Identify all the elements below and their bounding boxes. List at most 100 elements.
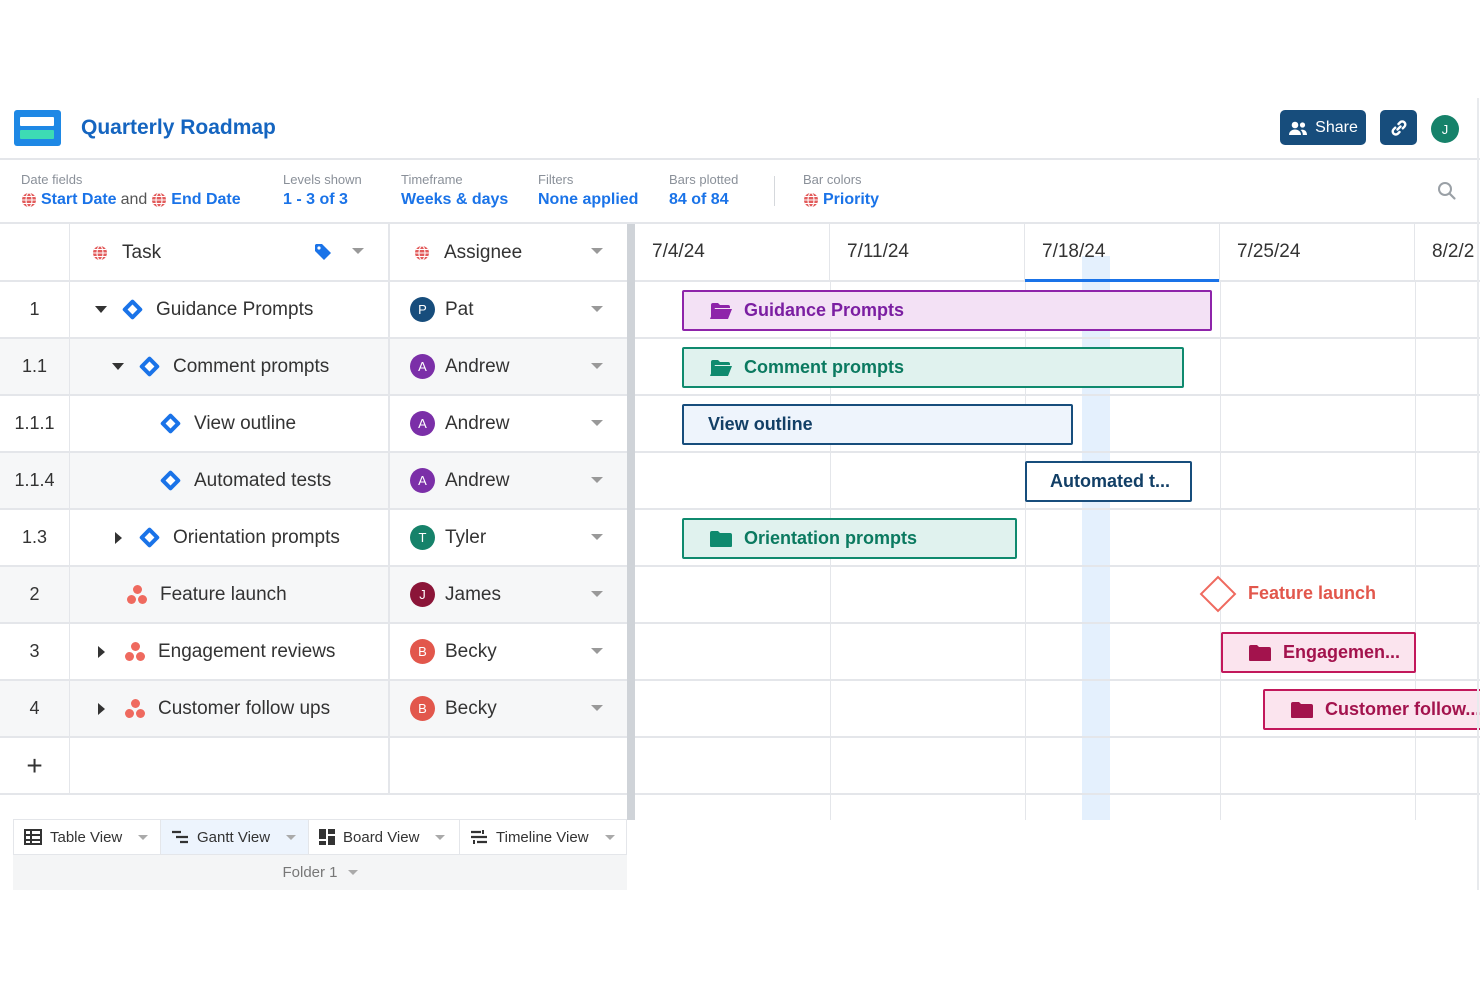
gantt-bar[interactable]: Automated t...	[1025, 461, 1192, 502]
tag-icon[interactable]	[313, 242, 333, 262]
filters-setting[interactable]: Filters None applied	[538, 172, 638, 209]
chevron-down-icon[interactable]	[604, 834, 615, 840]
table-row[interactable]: 1.3 Orientation prompts T Tyler	[0, 510, 627, 567]
date-column-header: 7/11/24	[830, 224, 1025, 280]
chevron-down-icon[interactable]	[352, 248, 364, 254]
assignee-name[interactable]: Andrew	[445, 356, 509, 378]
gantt-bar-label: Customer follow...	[1325, 699, 1480, 719]
grid-line	[635, 622, 1480, 624]
assignee-name[interactable]: Tyler	[445, 527, 486, 549]
date-column-header: 7/4/24	[635, 224, 830, 280]
task-name[interactable]: Feature launch	[160, 584, 287, 606]
task-name[interactable]: Customer follow ups	[158, 698, 330, 720]
gantt-bar[interactable]: Guidance Prompts	[682, 290, 1212, 331]
avatar: A	[410, 411, 435, 436]
chevron-down-icon[interactable]	[138, 834, 149, 840]
assignee-column-label: Assignee	[444, 242, 523, 263]
chevron-down-icon[interactable]	[591, 248, 603, 254]
row-number: 4	[0, 681, 70, 736]
assignee-name[interactable]: Becky	[445, 641, 497, 663]
date-fields-label: Date fields	[21, 172, 83, 187]
levels-setting[interactable]: Levels shown 1 - 3 of 3	[283, 172, 362, 209]
expand-caret-icon[interactable]	[115, 531, 122, 544]
date-fields-setting[interactable]: Date fields Start Date and End Date	[21, 172, 241, 209]
tab-timeline-view[interactable]: Timeline View	[460, 820, 626, 854]
task-column-header[interactable]: Task	[70, 224, 390, 282]
assignee-column-header[interactable]: Assignee	[392, 224, 627, 282]
end-date-field: End Date	[171, 191, 241, 208]
tab-board-view[interactable]: Board View	[309, 820, 460, 854]
assignee-name[interactable]: Pat	[445, 299, 474, 321]
pane-resize-handle[interactable]	[627, 224, 635, 820]
tab-gantt-view[interactable]: Gantt View	[161, 820, 309, 854]
row-number: 2	[0, 567, 70, 622]
chevron-down-icon[interactable]	[591, 477, 603, 483]
gantt-bar[interactable]: Orientation prompts	[682, 518, 1017, 559]
grid-line	[635, 793, 1480, 795]
milestone-label: Feature launch	[1248, 583, 1377, 603]
share-button[interactable]: Share	[1280, 110, 1366, 145]
table-row[interactable]: 1 Guidance Prompts P Pat	[0, 282, 627, 339]
collapse-caret-icon[interactable]	[112, 363, 124, 370]
filters-value: None applied	[538, 191, 639, 208]
chevron-down-icon[interactable]	[347, 870, 358, 875]
table-row[interactable]: 4 Customer follow ups B Becky	[0, 681, 627, 738]
table-icon	[24, 829, 42, 845]
assignee-name[interactable]: Andrew	[445, 470, 509, 492]
collapse-caret-icon[interactable]	[95, 306, 107, 313]
gantt-bar[interactable]: Engagemen...	[1221, 632, 1416, 673]
date-column-header: 7/25/24	[1220, 224, 1415, 280]
row-number: 1	[0, 282, 70, 337]
globe-icon	[152, 192, 167, 208]
table-row[interactable]: 1.1.4 Automated tests A Andrew	[0, 453, 627, 510]
gantt-bar-label: Comment prompts	[744, 357, 905, 377]
task-name[interactable]: Guidance Prompts	[156, 299, 313, 321]
toolbar-divider	[774, 176, 775, 206]
chevron-down-icon[interactable]	[286, 834, 297, 840]
add-row-button[interactable]: +	[0, 738, 70, 793]
bar-colors-setting[interactable]: Bar colors Priority	[803, 172, 879, 209]
search-icon[interactable]	[1437, 181, 1457, 201]
chevron-down-icon[interactable]	[591, 306, 603, 312]
chevron-down-icon[interactable]	[435, 834, 446, 840]
folder-icon	[1249, 644, 1271, 661]
folder-label: Folder 1	[282, 864, 338, 881]
chevron-down-icon[interactable]	[591, 420, 603, 426]
expand-caret-icon[interactable]	[98, 702, 105, 715]
chevron-down-icon[interactable]	[591, 705, 603, 711]
expand-caret-icon[interactable]	[98, 645, 105, 658]
task-name[interactable]: Orientation prompts	[173, 527, 340, 549]
chevron-down-icon[interactable]	[591, 363, 603, 369]
table-row[interactable]: 1.1.1 View outline A Andrew	[0, 396, 627, 453]
copy-link-button[interactable]	[1380, 110, 1417, 145]
gantt-bar[interactable]: Customer follow...	[1263, 689, 1480, 730]
row-number-header	[0, 224, 70, 282]
gantt-bar[interactable]: View outline	[682, 404, 1073, 445]
grid-line	[635, 451, 1480, 453]
chevron-down-icon[interactable]	[591, 591, 603, 597]
app-logo	[14, 110, 61, 146]
gantt-bar[interactable]: Comment prompts	[682, 347, 1184, 388]
assignee-name[interactable]: Andrew	[445, 413, 509, 435]
task-grid: Task Assignee 1 Guidance Prompts P Pat 1…	[0, 224, 630, 820]
chevron-down-icon[interactable]	[591, 648, 603, 654]
assignee-name[interactable]: James	[445, 584, 501, 606]
table-row[interactable]: 2 Feature launch J James	[0, 567, 627, 624]
task-name[interactable]: Automated tests	[194, 470, 331, 492]
milestone-diamond[interactable]	[1199, 575, 1237, 613]
tab-table-view[interactable]: Table View	[14, 820, 161, 854]
timeframe-setting[interactable]: Timeframe Weeks & days	[401, 172, 508, 209]
task-name[interactable]: Engagement reviews	[158, 641, 335, 663]
folder-selector[interactable]: Folder 1	[13, 855, 627, 890]
diamond-icon	[159, 412, 182, 435]
task-name[interactable]: Comment prompts	[173, 356, 329, 378]
task-name[interactable]: View outline	[194, 413, 296, 435]
chevron-down-icon[interactable]	[591, 534, 603, 540]
user-avatar[interactable]: J	[1431, 115, 1459, 143]
gantt-bar-label: Automated t...	[1050, 471, 1170, 491]
assignee-name[interactable]: Becky	[445, 698, 497, 720]
start-date-field: Start Date	[41, 191, 117, 208]
bars-plotted-setting[interactable]: Bars plotted 84 of 84	[669, 172, 738, 209]
table-row[interactable]: 1.1 Comment prompts A Andrew	[0, 339, 627, 396]
table-row[interactable]: 3 Engagement reviews B Becky	[0, 624, 627, 681]
